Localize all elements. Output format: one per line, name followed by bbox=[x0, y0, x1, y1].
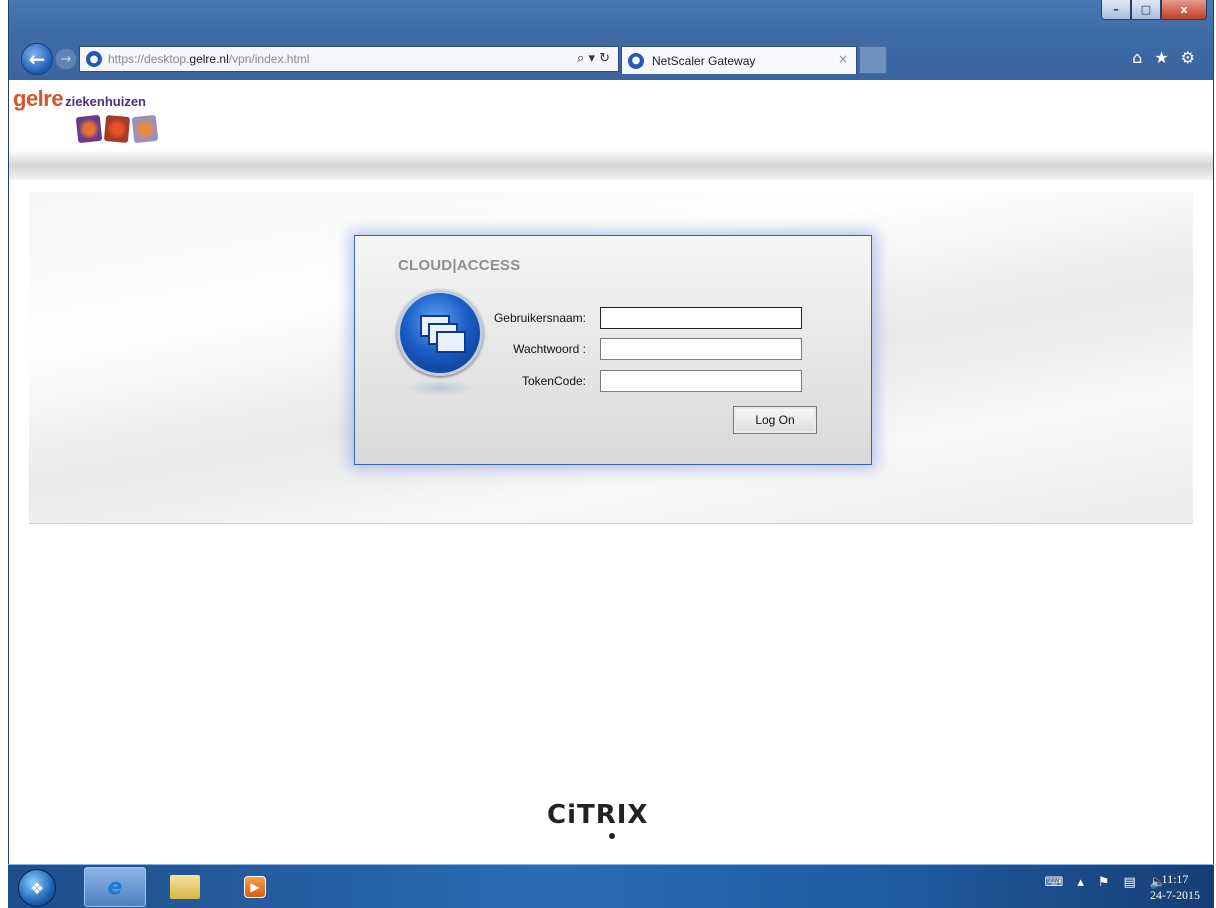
address-tools[interactable]: ⌕ ▾ ↻ bbox=[577, 51, 610, 66]
keyboard-icon[interactable]: ⌨ bbox=[1045, 875, 1064, 890]
cloud-access-brand: CLOUD|ACCESS bbox=[398, 257, 521, 274]
logo-tile bbox=[75, 114, 103, 144]
password-input[interactable] bbox=[600, 338, 802, 360]
password-row: Wachtwoord : bbox=[475, 337, 802, 361]
clock-date: 24-7-2015 bbox=[1150, 888, 1200, 902]
browser-titlebar: – □ x ← → ● https://desktop.gelre.nl/vpn… bbox=[8, 0, 1214, 80]
logo-tiles bbox=[75, 114, 159, 144]
browser-toolbar-icons: ⌂ ★ ⚙ bbox=[1132, 48, 1195, 67]
logo-subtitle: ziekenhuizen bbox=[65, 94, 147, 109]
show-hidden-icon[interactable]: ▴ bbox=[1077, 875, 1084, 890]
icon-reflection bbox=[403, 380, 477, 396]
page-viewport: gelre ziekenhuizen CLOUD|ACCESS Gebruiker… bbox=[8, 80, 1214, 864]
username-row: Gebruikersnaam: bbox=[475, 306, 802, 330]
citrix-receiver-icon bbox=[397, 290, 483, 376]
log-on-button[interactable]: Log On bbox=[733, 406, 817, 434]
favorites-star-icon[interactable]: ★ bbox=[1154, 48, 1168, 67]
tab-close-icon[interactable]: × bbox=[838, 52, 848, 66]
site-identity-icon: ● bbox=[86, 51, 102, 67]
tokencode-input[interactable] bbox=[600, 370, 802, 392]
tab-favicon-icon: ● bbox=[628, 52, 644, 69]
folder-icon bbox=[170, 875, 200, 899]
gelre-logo[interactable]: gelre ziekenhuizen bbox=[13, 86, 159, 144]
logo-tile bbox=[103, 115, 131, 143]
url-path: /vpn/index.html bbox=[228, 52, 310, 66]
system-tray: ⌨ ▴ ⚑ ▤ 🔈 bbox=[1045, 875, 1166, 890]
minimize-button[interactable]: – bbox=[1101, 0, 1131, 20]
new-tab-button[interactable] bbox=[859, 46, 887, 74]
screen: – □ x ← → ● https://desktop.gelre.nl/vpn… bbox=[0, 0, 1216, 908]
home-icon[interactable]: ⌂ bbox=[1132, 48, 1142, 67]
network-icon[interactable]: ▤ bbox=[1124, 875, 1136, 890]
login-panel: CLOUD|ACCESS Gebruikersnaam: Wachtwoord … bbox=[354, 235, 872, 465]
password-label: Wachtwoord : bbox=[513, 342, 586, 356]
url-prefix: https://desktop. bbox=[108, 52, 190, 66]
clock-time: 11:17 bbox=[1161, 872, 1189, 886]
citrix-footer-logo: CiTRIX bbox=[547, 800, 649, 830]
url-domain: gelre.nl bbox=[189, 52, 229, 66]
media-player-icon: ▶ bbox=[244, 876, 266, 898]
windows-taskbar: ❖ e ▶ ⌨ ▴ ⚑ ▤ 🔈 11:17 24-7-2015 bbox=[8, 864, 1214, 908]
maximize-button[interactable]: □ bbox=[1131, 0, 1161, 20]
header-divider-band bbox=[9, 150, 1213, 180]
url-text[interactable]: https://desktop.gelre.nl/vpn/index.html bbox=[108, 52, 309, 66]
flag-icon[interactable]: ⚑ bbox=[1098, 875, 1110, 890]
tab-netscaler-gateway[interactable]: ● NetScaler Gateway × bbox=[621, 46, 857, 74]
forward-button[interactable]: → bbox=[55, 48, 77, 70]
taskbar-media-player[interactable]: ▶ bbox=[224, 867, 286, 907]
taskbar-internet-explorer[interactable]: e bbox=[84, 867, 146, 907]
tokencode-row: TokenCode: bbox=[475, 369, 802, 393]
tokencode-label: TokenCode: bbox=[521, 374, 586, 388]
taskbar-file-explorer[interactable] bbox=[154, 867, 216, 907]
username-label: Gebruikersnaam: bbox=[493, 311, 586, 325]
logo-word: gelre bbox=[13, 86, 64, 111]
close-window-button[interactable]: x bbox=[1161, 0, 1207, 20]
start-button[interactable]: ❖ bbox=[18, 869, 56, 907]
tab-title: NetScaler Gateway bbox=[652, 53, 756, 68]
logo-tile bbox=[131, 114, 159, 144]
citrix-logo-dot bbox=[609, 833, 615, 839]
address-bar[interactable]: ● https://desktop.gelre.nl/vpn/index.htm… bbox=[79, 46, 619, 72]
taskbar-clock[interactable]: 11:17 24-7-2015 bbox=[1150, 871, 1200, 903]
username-input[interactable] bbox=[600, 307, 802, 329]
back-button[interactable]: ← bbox=[21, 43, 53, 75]
internet-explorer-icon: e bbox=[107, 874, 123, 900]
tools-gear-icon[interactable]: ⚙ bbox=[1181, 48, 1195, 67]
window-controls: – □ x bbox=[1101, 0, 1207, 22]
